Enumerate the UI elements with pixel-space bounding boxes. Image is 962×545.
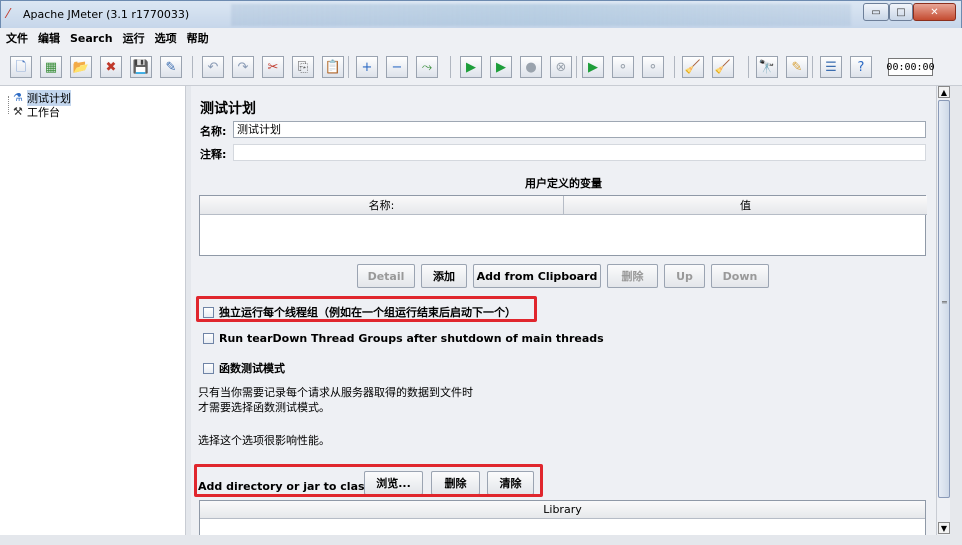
clear-icon[interactable]: 🧹	[682, 56, 704, 78]
window-title: Apache JMeter (3.1 r1770033)	[23, 8, 190, 21]
cut-icon[interactable]: ✂	[262, 56, 284, 78]
open-icon[interactable]: 📂	[70, 56, 92, 78]
vertical-scrollbar[interactable]: ▲ ═ ▼	[936, 86, 950, 535]
remote-stop-icon[interactable]: ⚬	[612, 56, 634, 78]
panel-title: 测试计划	[200, 101, 256, 117]
start-icon[interactable]: ▶	[460, 56, 482, 78]
save-as-image-icon[interactable]: ✎	[160, 56, 182, 78]
tree-node-workbench[interactable]: ⚒ 工作台	[13, 104, 60, 120]
copy-icon[interactable]: ⎘	[292, 56, 314, 78]
test-tree: ⚗ 测试计划 ⚒ 工作台	[0, 86, 186, 545]
toolbar-separator	[192, 56, 193, 78]
templates-icon[interactable]: ▦	[40, 56, 62, 78]
functional-mode-checkbox[interactable]: 函数测试模式	[203, 360, 285, 376]
window-title-bar: ⁄ Apache JMeter (3.1 r1770033) ▭ □ ✕	[0, 0, 962, 28]
stop-icon[interactable]: ●	[520, 56, 542, 78]
highlight-box	[194, 464, 543, 497]
clear-all-icon[interactable]: 🧹	[712, 56, 734, 78]
maximize-button[interactable]: □	[889, 3, 913, 21]
menu-options[interactable]: 选项	[155, 30, 177, 46]
close-button[interactable]: ✕	[913, 3, 956, 21]
menu-file[interactable]: 文件	[6, 30, 28, 46]
menu-edit[interactable]: 编辑	[38, 30, 60, 46]
up-button[interactable]: Up	[664, 264, 705, 288]
functional-note-line1: 只有当你需要记录每个请求从服务器取得的数据到文件时	[198, 386, 473, 399]
test-plan-panel: 测试计划 名称: 测试计划 注释: 用户定义的变量 名称: 值 Detail 添…	[191, 86, 936, 545]
new-icon[interactable]: 🗋	[10, 56, 32, 78]
shutdown-icon[interactable]: ⊗	[550, 56, 572, 78]
teardown-checkbox[interactable]: Run tearDown Thread Groups after shutdow…	[203, 332, 604, 345]
toolbar-separator	[748, 56, 749, 78]
search-icon[interactable]: 🔭	[756, 56, 778, 78]
column-header-name[interactable]: 名称:	[200, 196, 564, 215]
menu-run[interactable]: 运行	[123, 30, 145, 46]
name-label: 名称:	[200, 125, 227, 138]
function-helper-icon[interactable]: ☰	[820, 56, 842, 78]
add-button[interactable]: 添加	[421, 264, 467, 288]
column-header-value[interactable]: 值	[564, 196, 927, 215]
toggle-icon[interactable]: ⤳	[416, 56, 438, 78]
highlight-box	[196, 296, 537, 322]
toolbar-separator	[674, 56, 675, 78]
grip-icon: ═	[942, 298, 947, 307]
comment-label: 注释:	[200, 148, 227, 161]
paste-icon[interactable]: 📋	[322, 56, 344, 78]
collapse-icon[interactable]: −	[386, 56, 408, 78]
close-file-icon[interactable]: ✖	[100, 56, 122, 78]
checkbox-box[interactable]	[203, 362, 214, 374]
remote-shutdown-icon[interactable]: ⚬	[642, 56, 664, 78]
jmeter-feather-icon: ⁄	[7, 7, 10, 22]
scroll-up-arrow-icon[interactable]: ▲	[938, 86, 950, 98]
comment-field[interactable]	[233, 144, 926, 161]
tree-node-label: 工作台	[27, 106, 60, 119]
menu-help[interactable]: 帮助	[187, 30, 209, 46]
window-right-edge	[950, 86, 962, 545]
checkbox-label: 函数测试模式	[219, 362, 285, 375]
column-header-library[interactable]: Library	[200, 501, 925, 519]
save-icon[interactable]: 💾	[130, 56, 152, 78]
checkbox-label: Run tearDown Thread Groups after shutdow…	[219, 332, 604, 345]
toolbar: 🗋 ▦ 📂 ✖ 💾 ✎ ↶ ↷ ✂ ⎘ 📋 + − ⤳ ▶ ▶ ● ⊗ ▶ ⚬ ⚬ 🧹 🧹 🔭 ✎ ☰?	[0, 48, 962, 86]
minimize-button[interactable]: ▭	[863, 3, 889, 21]
undo-icon[interactable]: ↶	[202, 56, 224, 78]
scroll-thumb[interactable]: ═	[938, 100, 950, 498]
remote-start-icon[interactable]: ▶	[582, 56, 604, 78]
expand-icon[interactable]: +	[356, 56, 378, 78]
menu-bar: 文件 编辑 Search 运行 选项 帮助	[0, 28, 962, 48]
performance-note: 选择这个选项很影响性能。	[198, 434, 330, 447]
elapsed-timer: 00:00:00	[886, 58, 935, 76]
redo-icon[interactable]: ↷	[232, 56, 254, 78]
scroll-down-arrow-icon[interactable]: ▼	[938, 522, 950, 534]
menu-search[interactable]: Search	[70, 32, 113, 45]
toolbar-separator	[812, 56, 813, 78]
toolbar-separator	[450, 56, 451, 78]
down-button[interactable]: Down	[711, 264, 769, 288]
bottom-edge	[0, 535, 950, 545]
detail-button[interactable]: Detail	[357, 264, 415, 288]
tree-line	[8, 96, 9, 114]
toolbar-separator	[348, 56, 349, 78]
delete-button[interactable]: 删除	[607, 264, 658, 288]
workbench-icon: ⚒	[13, 105, 23, 118]
reset-search-icon[interactable]: ✎	[786, 56, 808, 78]
user-variables-table[interactable]: 名称: 值	[199, 195, 927, 256]
checkbox-box[interactable]	[203, 333, 214, 344]
user-variables-title: 用户定义的变量	[525, 177, 602, 190]
taskbar-blur	[231, 4, 851, 26]
toolbar-separator	[576, 56, 577, 78]
name-field[interactable]: 测试计划	[233, 121, 926, 138]
start-no-pauses-icon[interactable]: ▶	[490, 56, 512, 78]
add-from-clipboard-button[interactable]: Add from Clipboard	[473, 264, 601, 288]
help-icon[interactable]: ?	[850, 56, 872, 78]
functional-note-line2: 才需要选择函数测试模式。	[198, 401, 330, 414]
test-plan-icon: ⚗	[13, 91, 23, 104]
